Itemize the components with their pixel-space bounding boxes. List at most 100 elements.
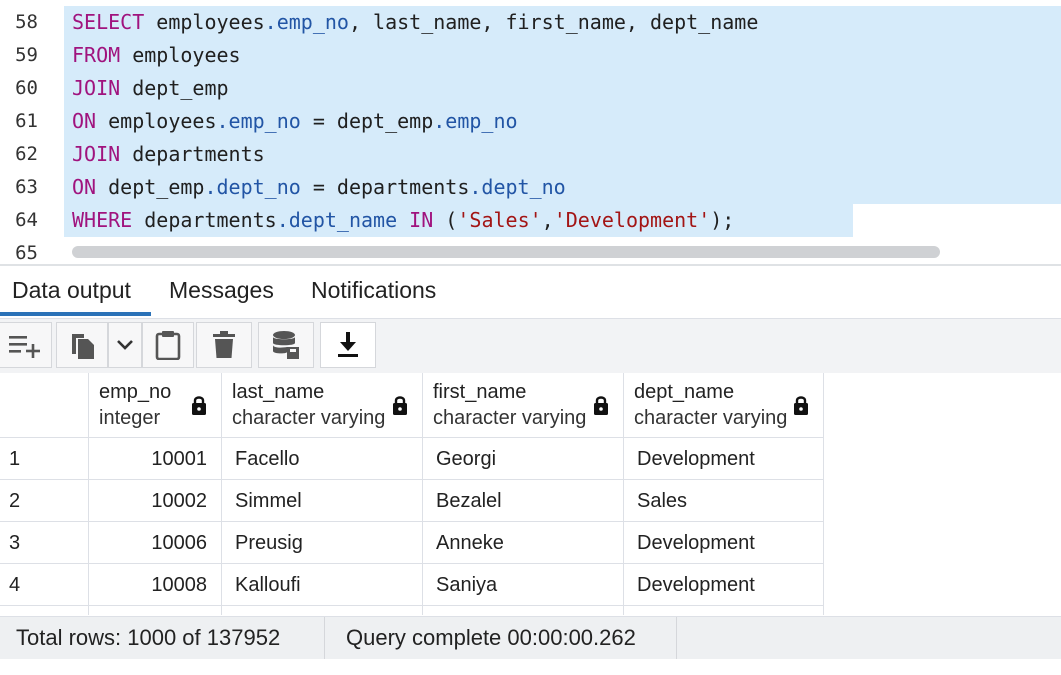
delete-icon xyxy=(213,331,235,359)
line-number: 58 xyxy=(15,11,38,33)
copy-button[interactable] xyxy=(56,322,108,368)
cell-dept_name[interactable]: Development xyxy=(624,522,824,564)
cell-last_name[interactable] xyxy=(222,606,423,615)
total-rows-status: Total rows: 1000 of 137952 xyxy=(0,617,325,659)
cell-dept_name[interactable]: Sales xyxy=(624,480,824,522)
sql-text: employees xyxy=(96,109,217,133)
sql-text: departments xyxy=(120,142,265,166)
sql-column-ref: .dept_no xyxy=(469,175,566,199)
tab-notifications[interactable]: Notifications xyxy=(311,276,436,316)
row-number[interactable]: 3 xyxy=(0,522,89,564)
column-type: integer xyxy=(99,407,161,429)
sql-column-ref: .emp_no xyxy=(264,10,349,34)
sql-keyword: ON xyxy=(72,109,97,133)
sql-editor[interactable]: 58 SELECT employees.emp_no, last_name, fi… xyxy=(0,0,1061,265)
column-header-first_name[interactable]: first_name character varying xyxy=(423,373,624,438)
lock-icon xyxy=(593,395,609,420)
delete-button[interactable] xyxy=(196,322,252,368)
sql-keyword: ON xyxy=(72,175,97,199)
tab-data-output[interactable]: Data output xyxy=(0,276,151,316)
code-text: WHERE departments.dept_name IN ('Sales',… xyxy=(64,208,734,232)
row-number[interactable]: 4 xyxy=(0,564,89,606)
cell-dept_name[interactable]: Development xyxy=(624,564,824,606)
paste-icon xyxy=(155,330,181,360)
sql-column-ref: .emp_no xyxy=(433,109,518,133)
sql-keyword: JOIN xyxy=(72,142,121,166)
line-number: 65 xyxy=(15,242,38,264)
code-line[interactable]: ON employees.emp_no = dept_emp.emp_no xyxy=(64,105,1061,138)
cell-first_name[interactable] xyxy=(423,606,624,615)
cell-first_name[interactable]: Georgi xyxy=(423,438,624,480)
cell-last_name[interactable]: Kalloufi xyxy=(222,564,423,606)
cell-emp_no[interactable]: 10002 xyxy=(89,480,222,522)
row-number[interactable]: 2 xyxy=(0,480,89,522)
save-data-icon xyxy=(272,330,300,360)
sql-text: dept_emp xyxy=(120,76,229,100)
editor-scrollbar-thumb[interactable] xyxy=(72,246,940,258)
sql-text: ); xyxy=(710,208,735,232)
cell-first_name[interactable]: Bezalel xyxy=(423,480,624,522)
cell-last_name[interactable]: Simmel xyxy=(222,480,423,522)
column-type: character varying xyxy=(634,407,788,429)
add-row-button[interactable] xyxy=(0,322,52,368)
code-text: ON employees.emp_no = dept_emp.emp_no xyxy=(64,109,518,133)
save-data-button[interactable] xyxy=(258,322,314,368)
column-name: dept_name xyxy=(634,381,735,403)
line-number: 64 xyxy=(15,209,38,231)
cell-emp_no[interactable]: 10008 xyxy=(89,564,222,606)
sql-text: employees xyxy=(120,43,241,67)
column-header-dept_name[interactable]: dept_name character varying xyxy=(624,373,824,438)
chevron-down-icon xyxy=(117,340,133,350)
cell-dept_name[interactable] xyxy=(624,606,824,615)
row-number[interactable] xyxy=(0,606,89,615)
download-icon xyxy=(337,332,359,358)
cell-emp_no[interactable]: 10001 xyxy=(89,438,222,480)
sql-text: departments xyxy=(132,208,277,232)
cell-dept_name[interactable]: Development xyxy=(624,438,824,480)
cell-last_name[interactable]: Preusig xyxy=(222,522,423,564)
row-number[interactable]: 1 xyxy=(0,438,89,480)
tab-messages[interactable]: Messages xyxy=(169,276,274,316)
sql-keyword: WHERE xyxy=(72,208,133,232)
line-number: 60 xyxy=(15,77,38,99)
sql-column-ref: .dept_no xyxy=(204,175,301,199)
lock-icon xyxy=(392,395,408,420)
column-name: last_name xyxy=(232,381,325,403)
sql-text: ( xyxy=(433,208,458,232)
code-text: FROM employees xyxy=(64,43,241,67)
status-bar: Total rows: 1000 of 137952 Query complet… xyxy=(0,616,1061,659)
code-line[interactable]: JOIN departments xyxy=(64,138,1061,171)
column-header-emp_no[interactable]: emp_nointeger xyxy=(89,373,222,438)
sql-column-ref: .dept_name xyxy=(276,208,398,232)
sql-keyword: FROM xyxy=(72,43,121,67)
add-row-icon xyxy=(8,332,43,358)
line-number: 62 xyxy=(15,143,38,165)
sql-keyword: SELECT xyxy=(72,10,145,34)
column-type: character varying xyxy=(433,407,587,429)
code-line[interactable]: JOIN dept_emp xyxy=(64,72,1061,105)
cell-first_name[interactable]: Saniya xyxy=(423,564,624,606)
code-line[interactable]: SELECT employees.emp_no, last_name, firs… xyxy=(64,6,1061,39)
cell-first_name[interactable]: Anneke xyxy=(423,522,624,564)
sql-text: dept_emp xyxy=(96,175,205,199)
lock-icon xyxy=(191,395,207,420)
column-name: emp_no xyxy=(99,381,172,403)
paste-button[interactable] xyxy=(142,322,194,368)
results-toolbar xyxy=(0,319,1061,373)
code-line[interactable]: FROM employees xyxy=(64,39,1061,72)
sql-string: 'Sales' xyxy=(457,208,542,232)
copy-options-dropdown[interactable] xyxy=(108,322,142,368)
code-line[interactable]: WHERE departments.dept_name IN ('Sales',… xyxy=(64,204,853,237)
download-button[interactable] xyxy=(320,322,376,368)
column-header-last_name[interactable]: last_name character varying xyxy=(222,373,423,438)
cell-emp_no[interactable] xyxy=(89,606,222,615)
column-type: character varying xyxy=(232,407,386,429)
column-name: first_name xyxy=(433,381,527,403)
code-line[interactable]: ON dept_emp.dept_no = departments.dept_n… xyxy=(64,171,1061,204)
row-number-header xyxy=(0,373,89,438)
cell-last_name[interactable]: Facello xyxy=(222,438,423,480)
data-grid: emp_no integer last_name character varying f… xyxy=(0,373,1061,615)
cell-emp_no[interactable]: 10006 xyxy=(89,522,222,564)
sql-column-ref: .emp_no xyxy=(216,109,301,133)
lock-icon xyxy=(793,395,809,420)
